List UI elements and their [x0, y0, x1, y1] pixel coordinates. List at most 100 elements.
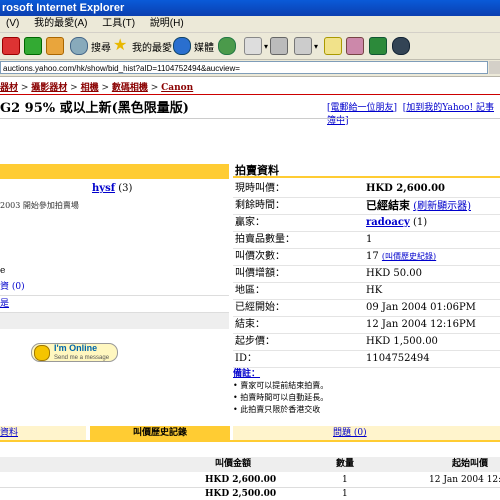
star-icon: ★ [113, 37, 128, 54]
search-icon [70, 37, 88, 55]
breadcrumb-item[interactable]: 相機 [81, 83, 99, 93]
email-friend-link[interactable]: 電郵給一位朋友 [331, 103, 394, 113]
media-label: 媒體 [194, 42, 214, 54]
menu-favorites[interactable]: 我的最愛(A) [28, 16, 93, 32]
tab-questions-label[interactable]: 問題 (0) [333, 426, 367, 440]
breadcrumb-item[interactable]: Canon [161, 83, 193, 93]
note-item: • 此拍賣只限於香港交收 [233, 405, 321, 414]
tab-item-info-label[interactable]: 資料 [0, 428, 18, 438]
favorites-button[interactable]: ★ 我的最愛 [113, 37, 172, 55]
column-header-amount: 叫價金額 [215, 459, 252, 469]
tool-icon [392, 37, 410, 55]
address-input[interactable]: auctions.yahoo.com/hk/show/bid_hist?aID=… [0, 61, 488, 74]
info-row-ends: 結束： 12 Jan 2004 12:16PM [233, 316, 500, 334]
info-label: 叫價次數： [235, 251, 285, 262]
info-label: 叫價增額： [235, 268, 285, 279]
left-row-text: e [0, 266, 6, 276]
spreadsheet-button[interactable] [369, 37, 387, 55]
info-row-bids: 叫價次數： 17 (叫價歷史紀錄) [233, 248, 500, 266]
tool-button[interactable] [392, 37, 410, 55]
address-bar: auctions.yahoo.com/hk/show/bid_hist?aID=… [0, 60, 500, 77]
bid-amount: HKD 2,600.00 [205, 475, 277, 485]
breadcrumb-separator: > [18, 83, 32, 93]
winner-rating: (1) [412, 217, 428, 228]
online-subtitle: Send me a message [54, 354, 110, 361]
home-button[interactable] [46, 37, 64, 55]
seller-name-link[interactable]: hysf [92, 183, 115, 194]
info-label: 起步價： [235, 336, 275, 347]
winner-link[interactable]: radoacy [366, 217, 410, 228]
tab-questions[interactable]: 問題 (0) [233, 426, 500, 440]
menu-bar: (V) 我的最愛(A) 工具(T) 說明(H) [0, 16, 500, 33]
auction-info-heading: 拍賣資料 [233, 163, 500, 178]
search-button[interactable]: 搜尋 [70, 37, 111, 55]
info-row-start-price: 起步價： HKD 1,500.00 [233, 333, 500, 351]
online-title: I'm Online [54, 342, 98, 353]
left-row [0, 313, 229, 329]
note-item: • 賣家可以提前結束拍賣。 [233, 381, 329, 390]
favorites-label: 我的最愛 [132, 42, 172, 54]
info-row-id: ID： 1104752494 [233, 350, 500, 368]
top-links: [電郵給一位朋友] [加到我的Yahoo! 記事簿中] [327, 103, 495, 126]
info-value: 1 [366, 234, 373, 245]
tab-bid-history[interactable]: 叫價歷史記錄 [90, 426, 230, 440]
left-row-link[interactable]: 是 [0, 299, 9, 309]
info-label: 已經開始： [235, 302, 285, 313]
stop-icon [2, 37, 20, 55]
info-label: 現時叫價： [235, 183, 285, 194]
info-value: 1104752494 [366, 353, 430, 364]
smiley-icon [34, 344, 50, 361]
bid-table-header: 叫價金額 數量 起始叫價 [0, 457, 500, 472]
history-icon [218, 37, 236, 55]
seller-rating: (3) [118, 183, 133, 194]
refresh-icon [24, 37, 42, 55]
info-row-location: 地區： HK [233, 282, 500, 300]
page-title: G2 95% 或以上新(黑色限量版) [0, 101, 189, 116]
info-value: HKD 2,600.00 [366, 183, 446, 194]
table-row: HKD 2,600.00 1 12 Jan 2004 12:08 [0, 473, 500, 488]
address-dropdown-button[interactable] [489, 61, 500, 74]
print-button[interactable] [270, 37, 288, 55]
breadcrumb-separator: > [147, 83, 162, 93]
refresh-button[interactable] [24, 37, 42, 55]
note-item: • 拍賣時間可以自動延長。 [233, 393, 329, 402]
edit-icon [294, 37, 312, 55]
left-row: 資 (0) [0, 279, 229, 296]
mail-button[interactable]: ▾ [244, 37, 268, 55]
info-label: ID： [235, 353, 257, 364]
left-row-link[interactable]: 資 (0) [0, 282, 25, 292]
menu-view[interactable]: (V) [0, 16, 25, 32]
messenger-icon [346, 37, 364, 55]
spreadsheet-icon [369, 37, 387, 55]
online-status-button[interactable]: I'm Online Send me a message [31, 343, 118, 362]
refresh-display-link[interactable]: (刷新顯示器) [413, 201, 471, 212]
breadcrumb-item[interactable]: 器材 [0, 83, 18, 93]
seller-info: hysf (3) [92, 183, 132, 194]
menu-tools[interactable]: 工具(T) [96, 16, 141, 32]
breadcrumb-separator: > [67, 83, 81, 93]
folder-button[interactable] [324, 37, 342, 55]
breadcrumb-item[interactable]: 數碼相機 [112, 83, 148, 93]
menu-help[interactable]: 說明(H) [144, 16, 190, 32]
notes-link[interactable]: 備註： [233, 369, 260, 379]
stop-button[interactable] [2, 37, 20, 55]
history-button[interactable] [218, 37, 236, 55]
window-titlebar: rosoft Internet Explorer [0, 0, 500, 16]
info-value: HK [366, 285, 383, 296]
breadcrumb-item[interactable]: 攝影器材 [31, 83, 67, 93]
messenger-button[interactable] [346, 37, 364, 55]
tab-item-info[interactable]: 資料 [0, 426, 86, 440]
media-button[interactable]: 媒體 [173, 37, 214, 55]
bid-history-link[interactable]: (叫價歷史紀錄) [382, 252, 436, 261]
edit-button[interactable]: ▾ [294, 37, 318, 55]
column-header-time: 起始叫價 [452, 459, 489, 469]
print-icon [270, 37, 288, 55]
bid-quantity: 1 [342, 489, 348, 499]
left-row: e [0, 263, 229, 279]
table-row: HKD 2,500.00 1 [0, 488, 500, 500]
info-value: 17 [366, 251, 379, 262]
divider [0, 118, 500, 119]
tab-bar: 資料 叫價歷史記錄 問題 (0) [0, 426, 500, 440]
info-label: 贏家： [235, 217, 265, 228]
info-value: 09 Jan 2004 01:06PM [366, 302, 476, 313]
